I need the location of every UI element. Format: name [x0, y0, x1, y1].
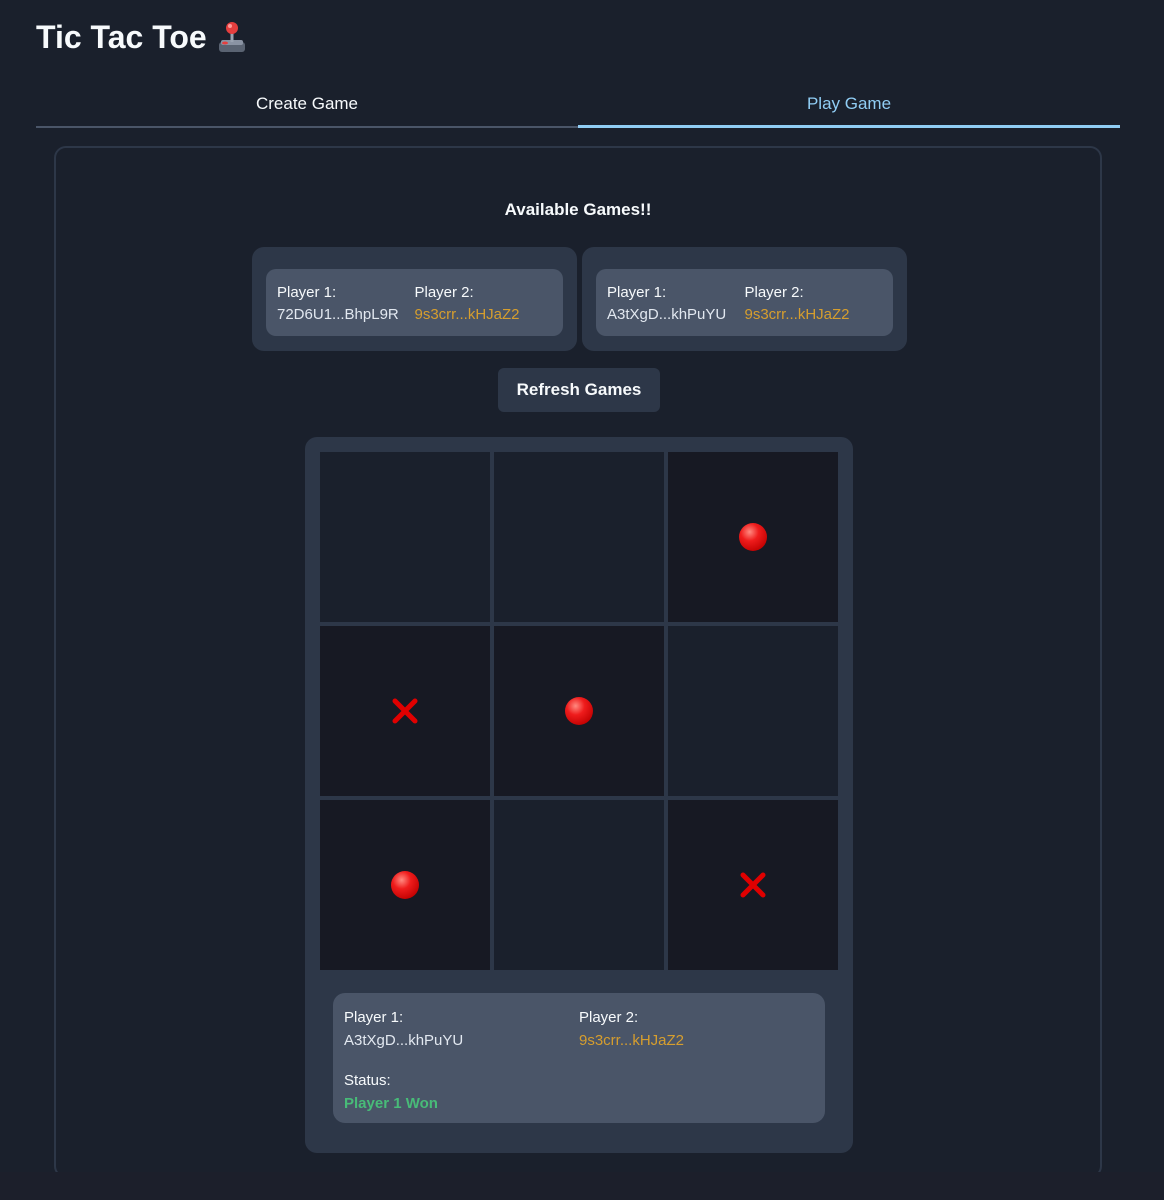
game-status-card: Player 1: A3tXgD...khPuYU Player 2: 9s3c… [333, 993, 825, 1123]
tab-create-game[interactable]: Create Game [36, 82, 578, 126]
board-cell[interactable] [320, 626, 490, 796]
status-player1-label: Player 1: [344, 1009, 404, 1026]
tab-play-game[interactable]: Play Game [578, 82, 1120, 128]
app-root: Tic Tac Toe Create Game Play Game Availa… [0, 0, 1164, 1200]
game-card-player1: Player 1: A3tXgD...khPuYU [607, 282, 745, 336]
game-card-player2: Player 2: 9s3crr...kHJaZ2 [745, 282, 883, 336]
board-cell[interactable] [494, 452, 664, 622]
board-cell[interactable] [668, 800, 838, 970]
play-game-panel: Available Games!! Player 1: 72D6U1...Bhp… [54, 146, 1102, 1178]
status-player1: Player 1: A3tXgD...khPuYU [344, 1006, 579, 1052]
refresh-games-button[interactable]: Refresh Games [498, 368, 660, 412]
red-cross-icon [392, 698, 418, 724]
player2-label: Player 2: [744, 284, 804, 301]
board-cell[interactable] [668, 626, 838, 796]
player2-label: Player 2: [414, 284, 474, 301]
available-games-list: Player 1: 72D6U1...BhpL9R Player 2: 9s3c… [252, 247, 907, 351]
status-players: Player 1: A3tXgD...khPuYU Player 2: 9s3c… [344, 1006, 814, 1052]
game-card[interactable]: Player 1: A3tXgD...khPuYU Player 2: 9s3c… [582, 247, 907, 351]
player2-address: 9s3crr...kHJaZ2 [414, 306, 520, 323]
status-player2-address: 9s3crr...kHJaZ2 [579, 1032, 685, 1049]
status-value: Player 1 Won [344, 1095, 438, 1112]
board-cell[interactable] [320, 800, 490, 970]
status-player2-label: Player 2: [579, 1009, 639, 1026]
status-label: Status: [344, 1072, 391, 1089]
game-card-player2: Player 2: 9s3crr...kHJaZ2 [415, 282, 553, 336]
joystick-icon [218, 22, 245, 52]
game-card-body: Player 1: A3tXgD...khPuYU Player 2: 9s3c… [596, 269, 893, 336]
board-cell[interactable] [494, 800, 664, 970]
player1-address: A3tXgD...khPuYU [607, 306, 727, 323]
player2-address: 9s3crr...kHJaZ2 [744, 306, 850, 323]
player1-label: Player 1: [607, 284, 667, 301]
available-games-heading: Available Games!! [504, 200, 652, 219]
red-circle-icon [565, 697, 593, 725]
game-card-player1: Player 1: 72D6U1...BhpL9R [277, 282, 415, 336]
game-board [320, 452, 838, 970]
status-player1-address: A3tXgD...khPuYU [344, 1032, 464, 1049]
status-block: Status: Player 1 Won [344, 1069, 814, 1115]
game-card[interactable]: Player 1: 72D6U1...BhpL9R Player 2: 9s3c… [252, 247, 577, 351]
game-board-container: Player 1: A3tXgD...khPuYU Player 2: 9s3c… [305, 437, 853, 1153]
app-title-text: Tic Tac Toe [36, 18, 207, 55]
board-cell[interactable] [320, 452, 490, 622]
status-player2: Player 2: 9s3crr...kHJaZ2 [579, 1006, 814, 1052]
app-title: Tic Tac Toe [36, 16, 247, 58]
red-circle-icon [739, 523, 767, 551]
board-cell[interactable] [494, 626, 664, 796]
game-card-body: Player 1: 72D6U1...BhpL9R Player 2: 9s3c… [266, 269, 563, 336]
red-cross-icon [740, 872, 766, 898]
player1-label: Player 1: [277, 284, 337, 301]
bottom-bar [0, 1172, 1164, 1200]
board-cell[interactable] [668, 452, 838, 622]
red-circle-icon [391, 871, 419, 899]
tab-bar: Create Game Play Game [36, 82, 1120, 128]
player1-address: 72D6U1...BhpL9R [277, 306, 399, 323]
